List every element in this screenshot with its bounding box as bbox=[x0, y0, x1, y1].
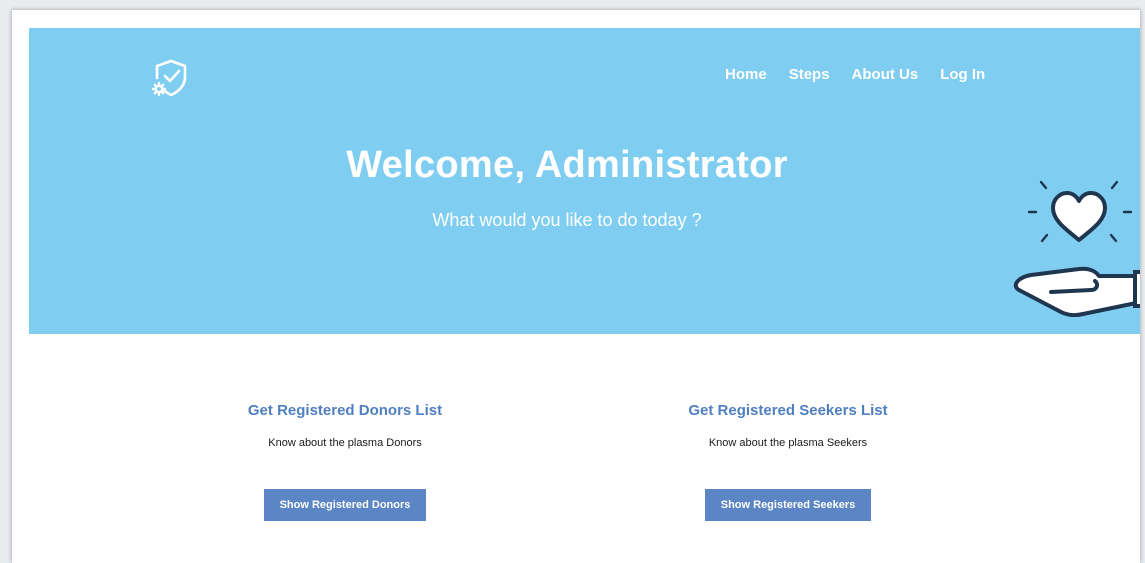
hero-banner: Home Steps About Us Log In Welcome, Admi… bbox=[29, 28, 1140, 334]
nav-steps-link[interactable]: Steps bbox=[789, 66, 830, 83]
browser-page: Home Steps About Us Log In Welcome, Admi… bbox=[12, 10, 1140, 563]
donors-card: Get Registered Donors List Know about th… bbox=[215, 402, 475, 521]
welcome-heading: Welcome, Administrator bbox=[346, 144, 788, 186]
seekers-card: Get Registered Seekers List Know about t… bbox=[658, 402, 918, 521]
main-nav: Home Steps About Us Log In bbox=[725, 66, 1007, 83]
seekers-card-description: Know about the plasma Seekers bbox=[708, 437, 868, 449]
welcome-subtitle: What would you like to do today ? bbox=[432, 210, 702, 230]
nav-home-link[interactable]: Home bbox=[725, 66, 767, 83]
donors-card-title: Get Registered Donors List bbox=[247, 402, 443, 419]
nav-log-in-link[interactable]: Log In bbox=[940, 66, 985, 83]
show-registered-donors-button[interactable]: Show Registered Donors bbox=[263, 489, 427, 521]
nav-about-us-link[interactable]: About Us bbox=[852, 66, 919, 83]
show-registered-seekers-button[interactable]: Show Registered Seekers bbox=[704, 489, 872, 521]
shield-check-gear-icon[interactable] bbox=[151, 58, 191, 98]
donors-card-description: Know about the plasma Donors bbox=[268, 437, 422, 449]
heart-in-hand-icon bbox=[1013, 180, 1140, 318]
seekers-card-title: Get Registered Seekers List bbox=[688, 402, 888, 419]
